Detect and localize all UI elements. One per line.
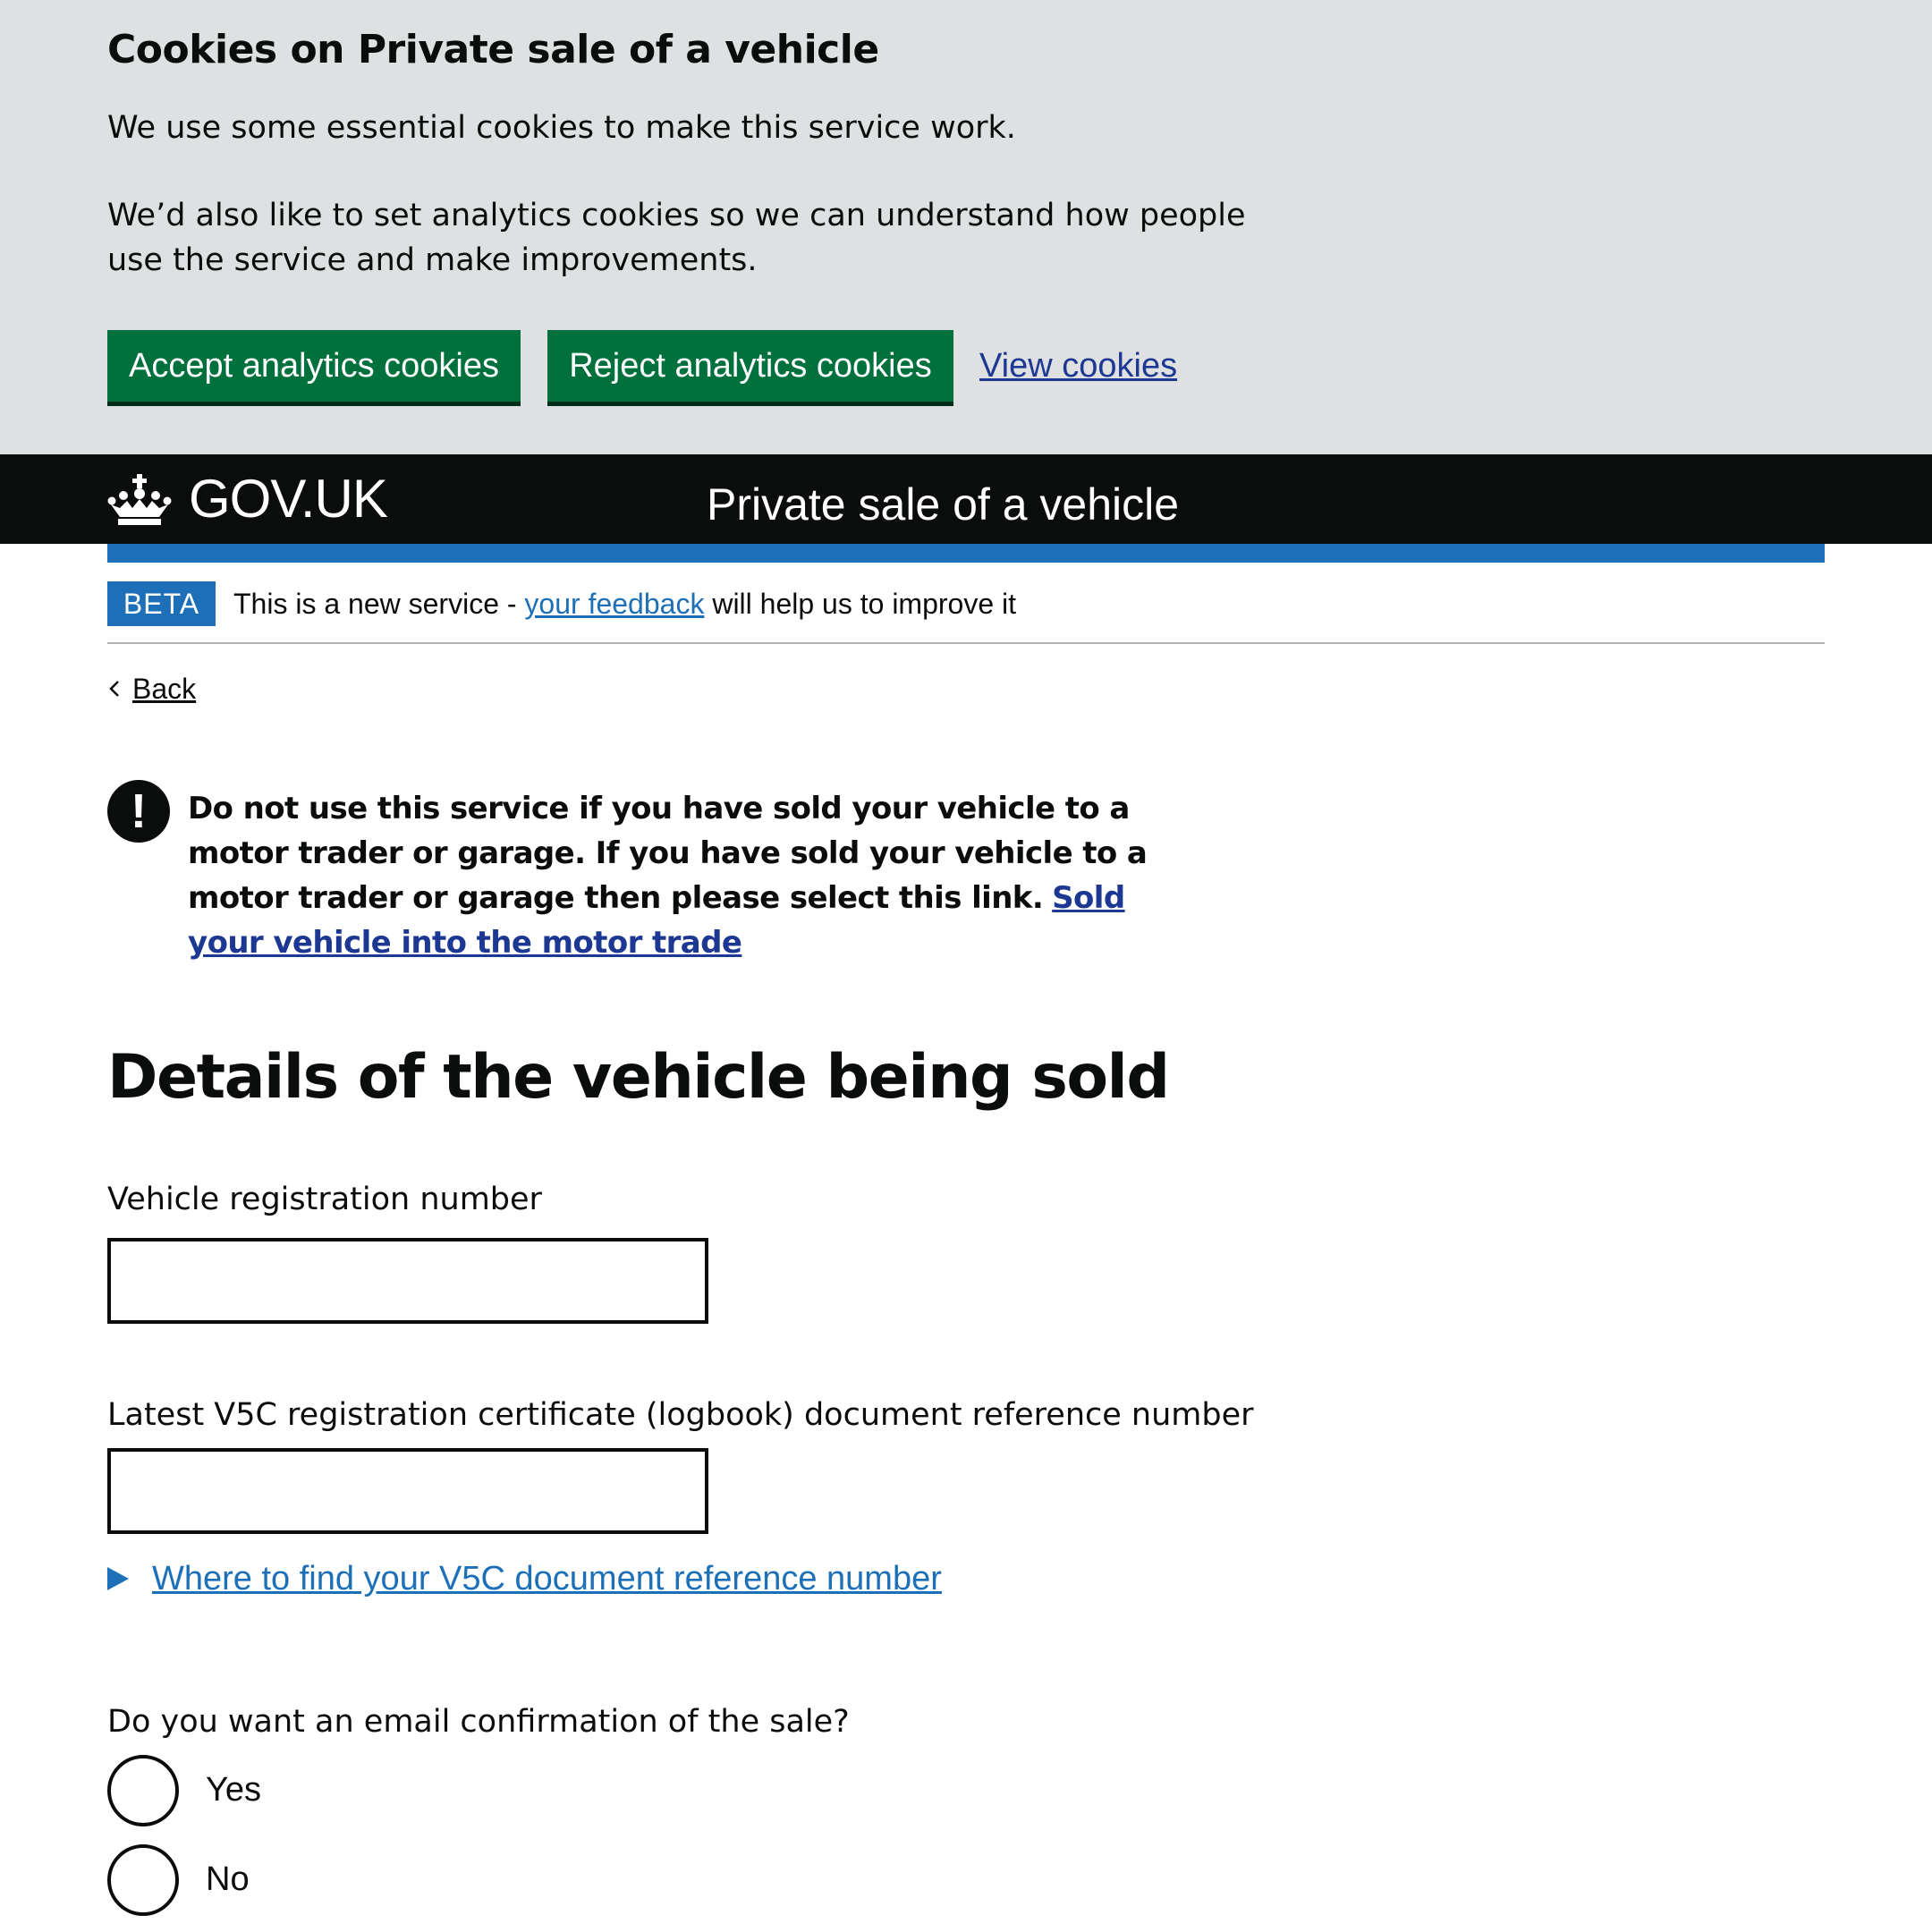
feedback-link[interactable]: your feedback [524,588,704,620]
phase-text-after: will help us to improve it [704,588,1017,620]
radio-yes-label[interactable]: Yes [206,1767,261,1812]
cookie-banner: Cookies on Private sale of a vehicle We … [0,0,1932,454]
v5c-help-summary: Where to find your V5C document referenc… [152,1560,942,1597]
accept-analytics-cookies-button[interactable]: Accept analytics cookies [107,330,521,402]
back-link-label: Back [132,673,197,705]
service-name-link[interactable]: Private sale of a vehicle [707,478,1179,531]
phase-text-before: This is a new service - [233,588,525,620]
radio-no-circle[interactable] [107,1844,179,1916]
beta-tag: BETA [107,581,216,626]
cookie-banner-analytics-text: We’d also like to set analytics cookies … [107,198,1246,278]
v5c-input[interactable] [107,1448,708,1534]
crown-icon [107,474,172,525]
cookie-banner-essential-text: We use some essential cookies to make th… [107,110,1016,146]
reject-analytics-cookies-button[interactable]: Reject analytics cookies [547,330,953,402]
email-confirmation-question: Do you want an email confirmation of the… [107,1704,850,1740]
radio-no-label[interactable]: No [206,1857,250,1902]
radio-yes-circle[interactable] [107,1755,179,1826]
chevron-left-icon [109,681,119,697]
warning-text: Do not use this service if you have sold… [188,786,1208,965]
header-blue-bar [107,544,1825,563]
triangle-right-icon [107,1567,129,1590]
vrn-input[interactable] [107,1238,708,1324]
govuk-logo-link[interactable]: GOV.UK [189,467,388,531]
v5c-label: Latest V5C registration certificate (log… [107,1397,1254,1433]
page-title: Details of the vehicle being sold [107,1042,1170,1113]
warning-message: Do not use this service if you have sold… [188,791,1148,916]
govuk-header: GOV.UK Private sale of a vehicle [0,454,1932,544]
cookie-banner-title: Cookies on Private sale of a vehicle [107,27,879,72]
phase-banner: BETA This is a new service - your feedba… [107,563,1825,644]
exclamation-icon: ! [107,780,170,843]
phase-banner-text: This is a new service - your feedback wi… [233,584,1016,623]
vrn-label: Vehicle registration number [107,1182,542,1217]
view-cookies-link[interactable]: View cookies [979,343,1177,388]
